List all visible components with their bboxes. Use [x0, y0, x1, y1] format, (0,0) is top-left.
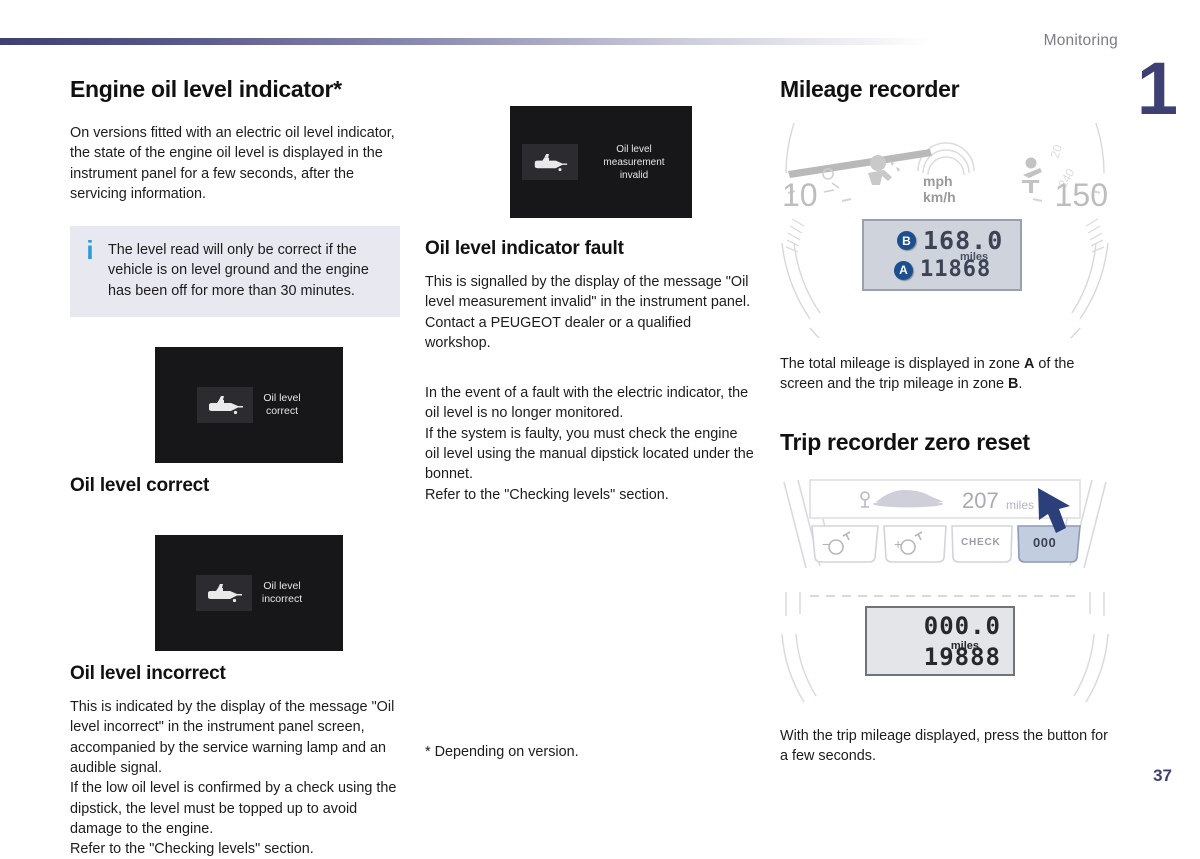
caption-part-1: The total mileage is displayed in zone [780, 356, 1024, 372]
oil-level-incorrect-display: Oil level incorrect [155, 535, 343, 652]
oil-incorrect-body-text: This is indicated by the display of the … [70, 699, 397, 858]
info-callout-box: i The level read will only be correct if… [70, 226, 400, 318]
oil-correct-line1: Oil level [263, 392, 301, 405]
trip-reset-button[interactable]: 000 [1033, 535, 1056, 550]
oil-level-correct-message: Oil level correct [263, 392, 300, 418]
mileage-zones-caption: The total mileage is displayed in zone A… [780, 354, 1110, 395]
right-column: Mileage recorder 20 240 10 150 mph km/h … [780, 76, 1110, 766]
brightness-decrease-button[interactable]: − [822, 536, 830, 552]
info-i-icon: i [86, 235, 94, 266]
trip-reset-lcd-display: 000.0 miles 19888 [865, 605, 1015, 676]
section-label: Monitoring [1043, 32, 1118, 49]
intro-paragraph: On versions fitted with an electric oil … [70, 125, 395, 202]
trip-lcd-bottom-value: 19888 [923, 642, 1001, 671]
trip-reset-caption: With the trip mileage displayed, press t… [780, 727, 1108, 764]
oil-can-icon [197, 387, 254, 424]
lcd-zone-b-row: B 168.0 [897, 228, 1003, 253]
oil-level-incorrect-message: Oil level incorrect [262, 580, 302, 606]
oil-level-correct-display: Oil level correct [155, 347, 343, 464]
page-title: Engine oil level indicator* [70, 76, 342, 102]
caption-zone-a: A [1023, 356, 1035, 372]
lcd-zone-a-row: A 11868 [894, 259, 991, 281]
left-column: Engine oil level indicator* On versions … [70, 76, 400, 859]
oil-can-icon [195, 575, 252, 612]
cluster-units-mph: mph [923, 173, 953, 189]
cluster-units-kmh: km/h [923, 189, 956, 205]
cluster-lcd-display: B 168.0 miles A 11868 [862, 219, 1022, 291]
caption-oil-level-correct: Oil level correct [70, 475, 210, 497]
middle-column: Oil level measurement invalid Oil level … [425, 76, 755, 505]
check-button[interactable]: CHECK [961, 537, 1001, 548]
oil-invalid-line1: Oil level [616, 143, 652, 155]
trip-lcd-top-value: 000.0 [923, 611, 1001, 640]
caption-part-3: . [1018, 376, 1023, 393]
svg-text:20: 20 [1048, 143, 1066, 160]
page-number: 37 [1153, 766, 1172, 785]
info-callout-text: The level read will only be correct if t… [108, 242, 369, 299]
cluster-speed-high: 150 [1054, 177, 1108, 213]
caption-oil-level-incorrect: Oil level incorrect [70, 663, 226, 685]
zone-b-badge: B [897, 231, 916, 250]
zone-a-value: 11868 [920, 257, 992, 282]
fault-paragraph-1: This is signalled by the display of the … [425, 274, 751, 351]
oil-can-icon [522, 144, 578, 180]
cluster-speed-low: 10 [782, 177, 818, 213]
trip-graphic-odometer-value: 207 [962, 487, 999, 513]
brightness-increase-button[interactable]: + [894, 536, 902, 552]
oil-incorrect-line1: Oil level [263, 580, 301, 593]
caption-zone-b: B [1008, 376, 1019, 393]
zone-a-badge: A [894, 260, 913, 280]
header-gradient-rule [0, 38, 930, 45]
cluster-units: mph km/h [923, 173, 956, 205]
footnote: * Depending on version. [425, 744, 579, 760]
trip-lcd-graphic: 000.0 miles 19888 [780, 590, 1110, 710]
trip-graphic-odometer-units: miles [1006, 497, 1035, 512]
mileage-recorder-title: Mileage recorder [780, 76, 960, 102]
instrument-cluster-graphic: 20 240 10 150 mph km/h B 168.0 miles A 1… [780, 123, 1110, 338]
trip-reset-button-graphic: 207 miles − + CHECK 000 [780, 476, 1110, 576]
fault-paragraph-2: In the event of a fault with the electri… [425, 385, 754, 503]
oil-level-indicator-fault-title: Oil level indicator fault [425, 238, 624, 259]
oil-invalid-line2: measurement invalid [603, 156, 665, 181]
oil-measurement-invalid-display: Oil level measurement invalid [510, 106, 692, 218]
oil-correct-line2: correct [265, 405, 299, 418]
trip-recorder-zero-reset-title: Trip recorder zero reset [780, 428, 1030, 455]
zone-b-value: 168.0 [923, 226, 1004, 255]
chapter-number: 1 [1136, 47, 1178, 130]
oil-incorrect-line2: incorrect [261, 593, 303, 606]
oil-invalid-message: Oil level measurement invalid [588, 143, 680, 182]
